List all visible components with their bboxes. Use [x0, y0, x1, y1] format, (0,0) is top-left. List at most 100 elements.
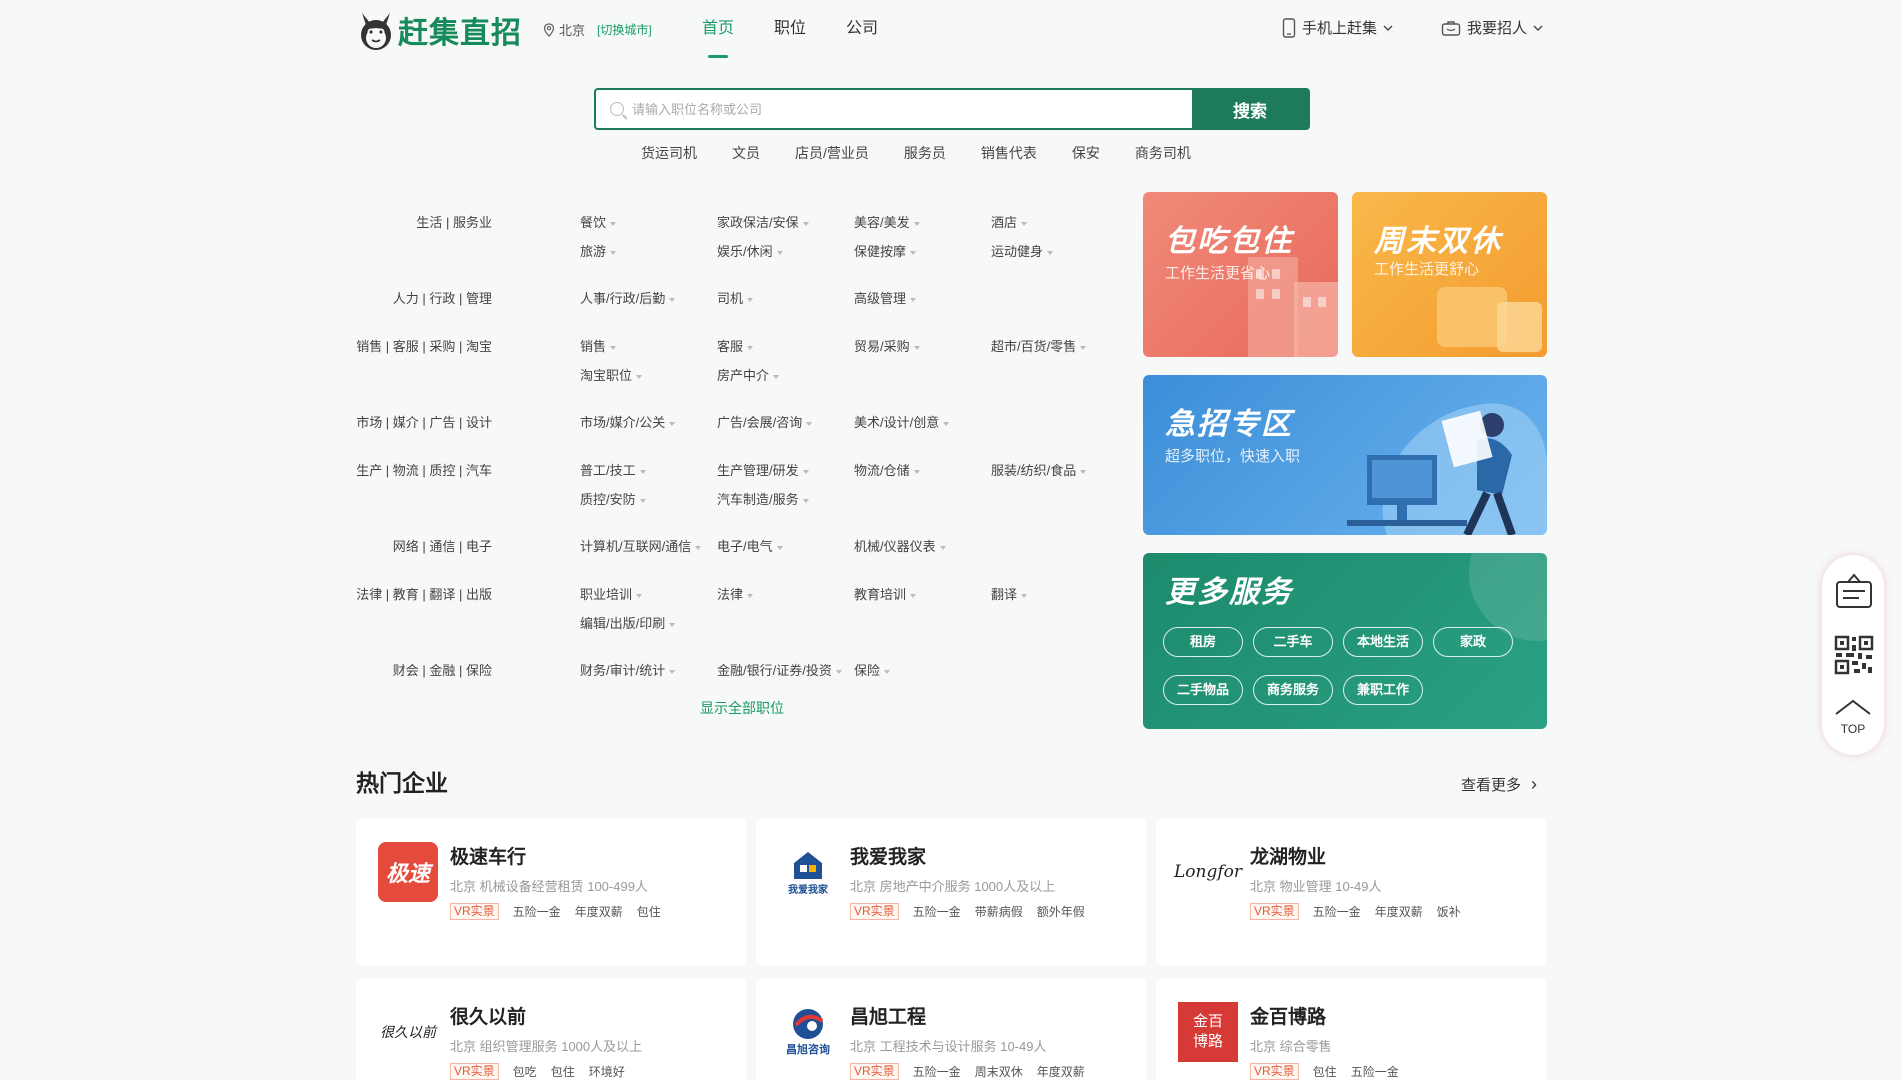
- category-item[interactable]: 保健按摩: [854, 241, 916, 260]
- nav-jobs[interactable]: 职位: [774, 0, 806, 58]
- category-item[interactable]: 酒店: [991, 212, 1027, 231]
- category-item[interactable]: 教育培训: [854, 584, 916, 603]
- category-item[interactable]: 家政保洁/安保: [717, 212, 809, 231]
- category-item[interactable]: 司机: [717, 288, 753, 307]
- category-item[interactable]: 淘宝职位: [580, 365, 642, 384]
- category-item[interactable]: 法律: [717, 584, 753, 603]
- company-tags: VR实景 包吃 包住 环境好: [450, 1063, 625, 1080]
- hot-keyword[interactable]: 服务员: [904, 143, 946, 163]
- site-logo[interactable]: 赶集直招: [356, 8, 522, 52]
- category-item[interactable]: 市场/媒介/公关: [580, 412, 675, 431]
- company-logo: Longfor: [1174, 842, 1242, 902]
- category-item[interactable]: 房产中介: [717, 365, 779, 384]
- category-item[interactable]: 机械/仪器仪表: [854, 536, 946, 555]
- switch-city-link[interactable]: [切换城市]: [597, 21, 652, 38]
- category-item[interactable]: 客服: [717, 336, 753, 355]
- benefit-tag: 五险一金: [1312, 905, 1361, 919]
- category-item[interactable]: 服装/纺织/食品: [991, 460, 1086, 479]
- category-item[interactable]: 销售: [580, 336, 616, 355]
- category-item[interactable]: 汽车制造/服务: [717, 489, 809, 508]
- service-button-used-car[interactable]: 二手车: [1253, 627, 1333, 657]
- hot-keyword[interactable]: 销售代表: [981, 143, 1037, 163]
- banner-weekend-off[interactable]: 周末双休 工作生活更舒心: [1352, 192, 1547, 357]
- company-card[interactable]: 我爱我家 我爱我家 北京 房地产中介服务 1000人及以上 VR实景 五险一金 …: [756, 818, 1146, 966]
- service-button-part-time[interactable]: 兼职工作: [1343, 675, 1423, 705]
- company-card[interactable]: 昌旭咨询 昌旭工程 北京 工程技术与设计服务 10-49人 VR实景 五险一金 …: [756, 978, 1146, 1080]
- category-item[interactable]: 餐饮: [580, 212, 616, 231]
- service-button-secondhand[interactable]: 二手物品: [1163, 675, 1243, 705]
- category-item[interactable]: 运动健身: [991, 241, 1053, 260]
- category-item[interactable]: 贸易/采购: [854, 336, 920, 355]
- city-selector[interactable]: 北京 [切换城市]: [543, 20, 652, 39]
- category-item[interactable]: 人事/行政/后勤: [580, 288, 675, 307]
- service-button-local-life[interactable]: 本地生活: [1343, 627, 1423, 657]
- category-item[interactable]: 高级管理: [854, 288, 916, 307]
- category-item[interactable]: 职业培训: [580, 584, 642, 603]
- mobile-app-label: 手机上赶集: [1302, 20, 1378, 37]
- service-button-housekeeping[interactable]: 家政: [1433, 627, 1513, 657]
- category-item[interactable]: 电子/电气: [717, 536, 783, 555]
- vr-badge[interactable]: VR实景: [1250, 903, 1299, 920]
- hot-keyword[interactable]: 商务司机: [1135, 143, 1191, 163]
- office-worker-illustration: [1347, 403, 1547, 535]
- company-tags: VR实景 五险一金 年度双薪 饭补: [1250, 903, 1461, 920]
- banner-food-housing[interactable]: 包吃包住 工作生活更省心: [1143, 192, 1338, 357]
- company-name: 很久以前: [450, 1007, 527, 1028]
- service-button-business[interactable]: 商务服务: [1253, 675, 1333, 705]
- company-logo-text: Longfor: [1174, 862, 1243, 882]
- category-item[interactable]: 编辑/出版/印刷: [580, 613, 675, 632]
- vr-badge[interactable]: VR实景: [1250, 1063, 1299, 1080]
- hot-keyword[interactable]: 货运司机: [641, 143, 697, 163]
- vr-badge[interactable]: VR实景: [850, 903, 899, 920]
- vr-badge[interactable]: VR实景: [450, 1063, 499, 1080]
- nav-companies[interactable]: 公司: [846, 0, 878, 58]
- category-item[interactable]: 质控/安防: [580, 489, 646, 508]
- back-to-top-label[interactable]: TOP: [1822, 722, 1884, 736]
- category-item[interactable]: 美术/设计/创意: [854, 412, 949, 431]
- category-item[interactable]: 财务/审计/统计: [580, 660, 675, 679]
- mobile-app-menu[interactable]: 手机上赶集: [1282, 17, 1393, 38]
- category-item[interactable]: 普工/技工: [580, 460, 646, 479]
- category-item[interactable]: 物流/仓储: [854, 460, 920, 479]
- category-item[interactable]: 超市/百货/零售: [991, 336, 1086, 355]
- benefit-tag: 年度双薪: [1374, 905, 1423, 919]
- nav-home[interactable]: 首页: [702, 0, 734, 58]
- hot-keyword[interactable]: 文员: [732, 143, 760, 163]
- recruit-menu[interactable]: 我要招人: [1441, 17, 1543, 38]
- search-button[interactable]: 搜索: [1192, 90, 1308, 128]
- category-item[interactable]: 金融/银行/证券/投资: [717, 660, 842, 679]
- hot-keyword[interactable]: 店员/营业员: [795, 143, 869, 163]
- company-meta: 北京 组织管理服务 1000人及以上: [450, 1039, 643, 1054]
- category-item[interactable]: 计算机/互联网/通信: [580, 536, 701, 555]
- benefit-tag: 包住: [636, 905, 661, 919]
- category-item[interactable]: 美容/美发: [854, 212, 920, 231]
- view-more-link[interactable]: 查看更多: [1461, 774, 1537, 795]
- company-card[interactable]: 金百博路 金百博路 北京 综合零售 VR实景 包住 五险一金: [1156, 978, 1546, 1080]
- vr-badge[interactable]: VR实景: [850, 1063, 899, 1080]
- banner-title: 更多服务: [1165, 575, 1293, 610]
- company-tags: VR实景 五险一金 周末双休 年度双薪: [850, 1063, 1085, 1080]
- chevron-down-icon: [1533, 25, 1543, 31]
- service-button-rent[interactable]: 租房: [1163, 627, 1243, 657]
- category-item[interactable]: 生产管理/研发: [717, 460, 809, 479]
- vr-badge[interactable]: VR实景: [450, 903, 499, 920]
- show-all-jobs-link[interactable]: 显示全部职位: [700, 698, 784, 718]
- qr-code-icon[interactable]: [1834, 635, 1874, 675]
- company-name: 我爱我家: [850, 847, 927, 868]
- category-item[interactable]: 娱乐/休闲: [717, 241, 783, 260]
- category-item[interactable]: 广告/会展/咨询: [717, 412, 812, 431]
- company-card[interactable]: 极速 极速车行 北京 机械设备经营租赁 100-499人 VR实景 五险一金 年…: [356, 818, 746, 966]
- company-card[interactable]: 很久以前 很久以前 北京 组织管理服务 1000人及以上 VR实景 包吃 包住 …: [356, 978, 746, 1080]
- company-logo: 金百博路: [1178, 1002, 1238, 1062]
- chevron-down-icon: [1383, 25, 1393, 31]
- company-card[interactable]: Longfor 龙湖物业 北京 物业管理 10-49人 VR实景 五险一金 年度…: [1156, 818, 1546, 966]
- resume-icon[interactable]: [1835, 573, 1873, 609]
- company-logo: 昌旭咨询: [778, 1002, 838, 1062]
- search-input[interactable]: [596, 90, 1192, 128]
- hot-keyword[interactable]: 保安: [1072, 143, 1100, 163]
- banner-urgent-hiring[interactable]: 急招专区 超多职位，快速入职: [1143, 375, 1547, 535]
- category-item[interactable]: 旅游: [580, 241, 616, 260]
- category-item[interactable]: 翻译: [991, 584, 1027, 603]
- category-item[interactable]: 保险: [854, 660, 890, 679]
- back-to-top-icon[interactable]: [1834, 698, 1872, 718]
